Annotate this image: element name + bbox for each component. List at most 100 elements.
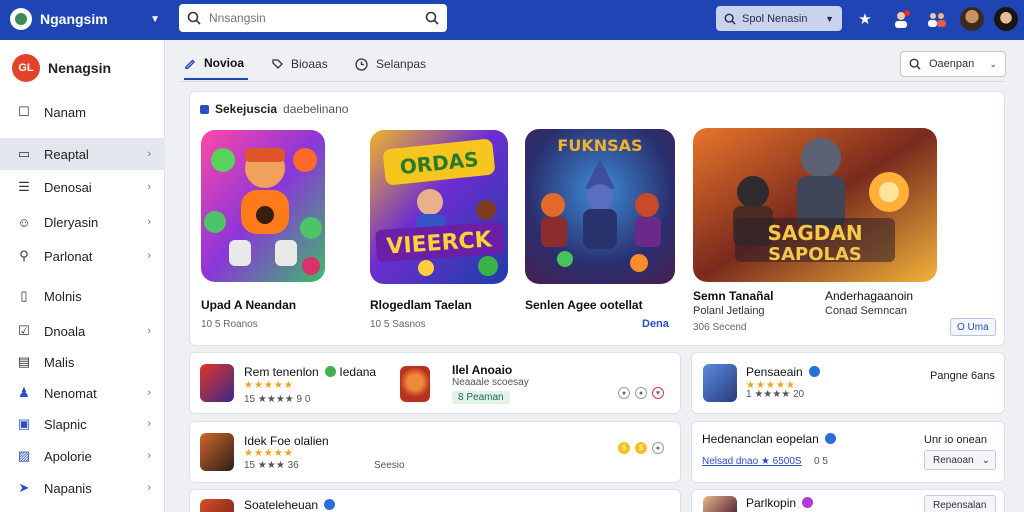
- card-meta: 15 ★★★★ 9 0: [244, 394, 311, 405]
- circle-icon[interactable]: ●: [652, 442, 664, 454]
- notifications-icon[interactable]: [888, 6, 914, 32]
- game-thumbnail[interactable]: [200, 433, 234, 471]
- heart-icon[interactable]: ♥: [652, 387, 664, 399]
- sidebar-item-label: Parlonat: [44, 248, 93, 264]
- square-icon: ☐: [18, 104, 30, 119]
- sidebar-title: Nenagsin: [48, 60, 112, 76]
- filter-dropdown[interactable]: Spol Nenasin ▼: [716, 6, 842, 31]
- sidebar-item-label: Apolorie: [44, 448, 92, 464]
- tab-novioa[interactable]: Novioa: [184, 48, 248, 80]
- chevron-right-icon: ›: [147, 250, 151, 262]
- card-link[interactable]: Nelsad dnao ★ 6500S: [702, 456, 802, 467]
- svg-text:SAPOLAS: SAPOLAS: [768, 244, 862, 265]
- search-icon: [187, 11, 201, 25]
- friends-icon[interactable]: [924, 6, 950, 32]
- open-button[interactable]: O Uma: [950, 318, 996, 336]
- card-side-meta: Neaaale scoesay: [452, 377, 529, 388]
- sidebar-item-molnis[interactable]: ▯ Molnis: [0, 280, 165, 312]
- sidebar-item-denosai[interactable]: ☰ Denosai ›: [0, 171, 165, 203]
- game-art[interactable]: ORDAS VIEERCK: [370, 130, 508, 284]
- verified-icon: [825, 433, 837, 444]
- status-badge: 8 Peaman: [452, 391, 510, 404]
- chevron-down-icon[interactable]: ▼: [150, 14, 160, 25]
- list-icon: ☰: [18, 179, 30, 194]
- chevron-down-icon: ⌄: [989, 58, 997, 69]
- sidebar-item-label: Slapnic: [44, 416, 87, 432]
- game-card[interactable]: Upad A Neandan 10 5 Roanos: [201, 130, 325, 330]
- sidebar-item-dnoala[interactable]: ☑ Dnoala ›: [0, 315, 165, 347]
- card-title-text: Pensaeain: [746, 365, 803, 379]
- svg-text:SAGDAN: SAGDAN: [767, 221, 862, 245]
- coin-icon[interactable]: $: [618, 442, 630, 454]
- search-icon: [724, 13, 736, 25]
- sidebar-item-apolorie[interactable]: ▨ Apolorie ›: [0, 440, 165, 472]
- sidebar-item-nenomat[interactable]: ♟ Nenomat ›: [0, 377, 165, 409]
- circle-icon[interactable]: ●: [618, 387, 630, 399]
- sidebar-item-reaptal[interactable]: ▭ Reaptal ›: [0, 138, 165, 170]
- list-card[interactable]: Idek Foe olalien ★★★★★ 15 ★★★ 36 Seesio …: [189, 421, 681, 483]
- sidebar-item-label: Malis: [44, 354, 75, 370]
- verified-icon: [325, 366, 337, 377]
- tab-bioaas[interactable]: Bioaas: [271, 48, 328, 80]
- card-title: Hedenanclan eopelan: [702, 432, 837, 446]
- verified-icon: [324, 499, 336, 510]
- card-meta: 1 ★★★★ 20: [746, 389, 805, 400]
- tab-selanpas[interactable]: Selanpas: [355, 48, 426, 80]
- game-thumbnail[interactable]: [703, 496, 737, 512]
- user-avatar[interactable]: [960, 7, 984, 31]
- coin-icon[interactable]: $: [635, 442, 647, 454]
- sort-dropdown[interactable]: Oaenpan ⌄: [900, 51, 1006, 77]
- checkbox-icon: ☑: [18, 323, 30, 338]
- search-box[interactable]: [179, 4, 447, 32]
- checkbox-icon[interactable]: [200, 104, 209, 114]
- sidebar-item-malis[interactable]: ▤ Malis: [0, 346, 165, 378]
- list-card[interactable]: Pensaeain ★★★★★ 1 ★★★★ 20 Pangne 6ans: [691, 352, 1005, 414]
- tab-bar: Novioa Bioaas Selanpas Oaenpan ⌄: [180, 48, 1006, 82]
- sidebar-item-napanis[interactable]: ➤ Napanis ›: [0, 472, 165, 504]
- chevron-right-icon: ›: [147, 418, 151, 430]
- game-art-title: FUKNSAS: [557, 136, 642, 155]
- sidebar-item-label: Nenomat: [44, 385, 97, 401]
- game-card[interactable]: ORDAS VIEERCK Rlogedlam Taelan 10 5 Sasn…: [370, 130, 508, 330]
- game-art[interactable]: SAGDAN SAPOLAS: [693, 128, 937, 282]
- game-meta: 10 5 Sasnos: [370, 319, 426, 330]
- chevron-down-icon: ⌄: [981, 454, 990, 466]
- profile-avatar[interactable]: [994, 7, 1018, 31]
- sidebar-item-dleryasin[interactable]: ☺ Dleryasin ›: [0, 206, 165, 238]
- sidebar-item-parlonat[interactable]: ⚲ Parlonat ›: [0, 240, 165, 272]
- sort-label: Oaenpan: [929, 58, 975, 70]
- game-thumbnail[interactable]: [200, 499, 234, 512]
- game-link[interactable]: Dena: [642, 318, 669, 330]
- list-card[interactable]: Rem tenenlon Iedana ★★★★★ 15 ★★★★ 9 0 Il…: [189, 352, 681, 414]
- list-card[interactable]: Parlkopin Repensalan: [691, 489, 1005, 512]
- search-submit-icon[interactable]: [425, 11, 439, 25]
- chevron-right-icon: ›: [147, 148, 151, 160]
- list-card[interactable]: Soateleheuan: [189, 489, 681, 512]
- sidebar-item-label: Dnoala: [44, 323, 86, 339]
- game-card[interactable]: FUKNSAS Senlen Agee ootellat Dena: [525, 129, 675, 330]
- verified-icon: [802, 497, 814, 508]
- game-art[interactable]: FUKNSAS: [525, 129, 675, 284]
- game-title-secondary: Anderhagaanoin: [825, 289, 914, 303]
- game-card[interactable]: SAGDAN SAPOLAS Semn Tanañal Polanl Jetla…: [693, 128, 937, 333]
- game-thumbnail[interactable]: [703, 364, 737, 402]
- game-thumbnail[interactable]: [200, 364, 234, 402]
- chevron-right-icon: ›: [147, 325, 151, 337]
- search-input[interactable]: [209, 11, 417, 25]
- list-card[interactable]: Hedenanclan eopelan Nelsad dnao ★ 6500S …: [691, 421, 1005, 483]
- sidebar-item-slapnic[interactable]: ▣ Slapnic ›: [0, 408, 165, 440]
- account-switcher[interactable]: Ngangsim ▼: [10, 6, 160, 32]
- game-art[interactable]: [201, 130, 325, 282]
- game-title: Rlogedlam Taelan: [370, 298, 472, 312]
- game-thumbnail[interactable]: [400, 366, 430, 402]
- card-title: Pensaeain: [746, 365, 821, 379]
- card-dropdown[interactable]: Renaoan ⌄: [924, 450, 996, 470]
- people-icon: ☺: [17, 214, 31, 230]
- search-icon: [909, 58, 921, 70]
- card-meta-extra: Seesio: [374, 460, 405, 471]
- card-dropdown[interactable]: Repensalan: [924, 495, 996, 512]
- card-badge-text: Iedana: [339, 365, 377, 379]
- star-icon[interactable]: ★: [852, 6, 878, 32]
- circle-icon[interactable]: ●: [635, 387, 647, 399]
- sidebar-item-nanam[interactable]: ☐ Nanam: [0, 96, 165, 128]
